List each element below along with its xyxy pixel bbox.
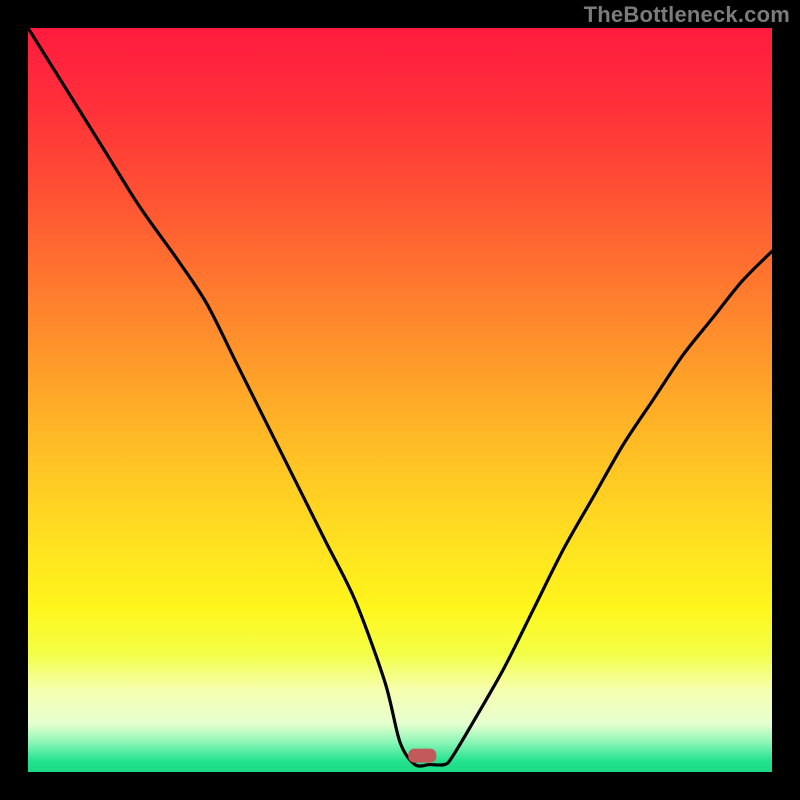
plot-area	[28, 28, 772, 772]
bottleneck-marker	[408, 749, 436, 763]
gradient-background	[28, 28, 772, 772]
chart-svg	[28, 28, 772, 772]
chart-stage: TheBottleneck.com	[0, 0, 800, 800]
watermark-text: TheBottleneck.com	[584, 4, 790, 26]
